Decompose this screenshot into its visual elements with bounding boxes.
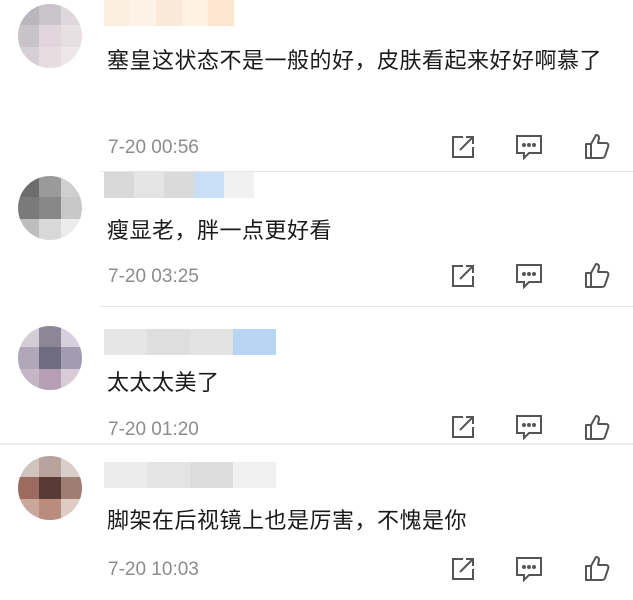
username-blurred[interactable] [104, 329, 276, 355]
comment-item: 太太太美了 7-20 01:20 [0, 307, 633, 441]
share-icon[interactable] [448, 414, 478, 441]
comment-text: 脚架在后视镜上也是厉害，不愧是你 [107, 509, 468, 534]
avatar[interactable] [18, 176, 82, 240]
comment-item: 瘦显老，胖一点更好看 7-20 03:25 [0, 172, 633, 304]
avatar[interactable] [18, 456, 82, 520]
comment-text: 塞皇这状态不是一般的好，皮肤看起来好好啊慕了 [107, 49, 603, 74]
comment-timestamp: 7-20 00:56 [108, 137, 199, 158]
username-blurred[interactable] [104, 172, 254, 198]
username-blurred[interactable] [104, 462, 276, 488]
comment-icon[interactable] [514, 414, 544, 441]
comment-icon[interactable] [514, 132, 544, 162]
share-icon[interactable] [448, 554, 478, 584]
avatar[interactable] [18, 326, 82, 390]
thumbs-up-icon[interactable] [582, 260, 612, 290]
comment-item: 脚架在后视镜上也是厉害，不愧是你 7-20 10:03 [0, 446, 633, 600]
comment-timestamp: 7-20 01:20 [108, 419, 199, 440]
share-icon[interactable] [448, 132, 478, 162]
divider [0, 443, 633, 445]
comment-text: 太太太美了 [107, 371, 220, 396]
comment-timestamp: 7-20 03:25 [108, 266, 199, 287]
share-icon[interactable] [448, 261, 478, 291]
comment-item: 塞皇这状态不是一般的好，皮肤看起来好好啊慕了 7-20 00:56 [0, 0, 633, 168]
comment-icon[interactable] [514, 261, 544, 291]
comment-timestamp: 7-20 10:03 [108, 559, 199, 580]
avatar[interactable] [18, 4, 82, 68]
thumbs-up-icon[interactable] [582, 413, 612, 441]
thumbs-up-icon[interactable] [582, 553, 612, 583]
comment-icon[interactable] [514, 554, 544, 584]
username-blurred[interactable] [104, 0, 234, 26]
thumbs-up-icon[interactable] [582, 131, 612, 161]
comment-text: 瘦显老，胖一点更好看 [107, 219, 333, 244]
